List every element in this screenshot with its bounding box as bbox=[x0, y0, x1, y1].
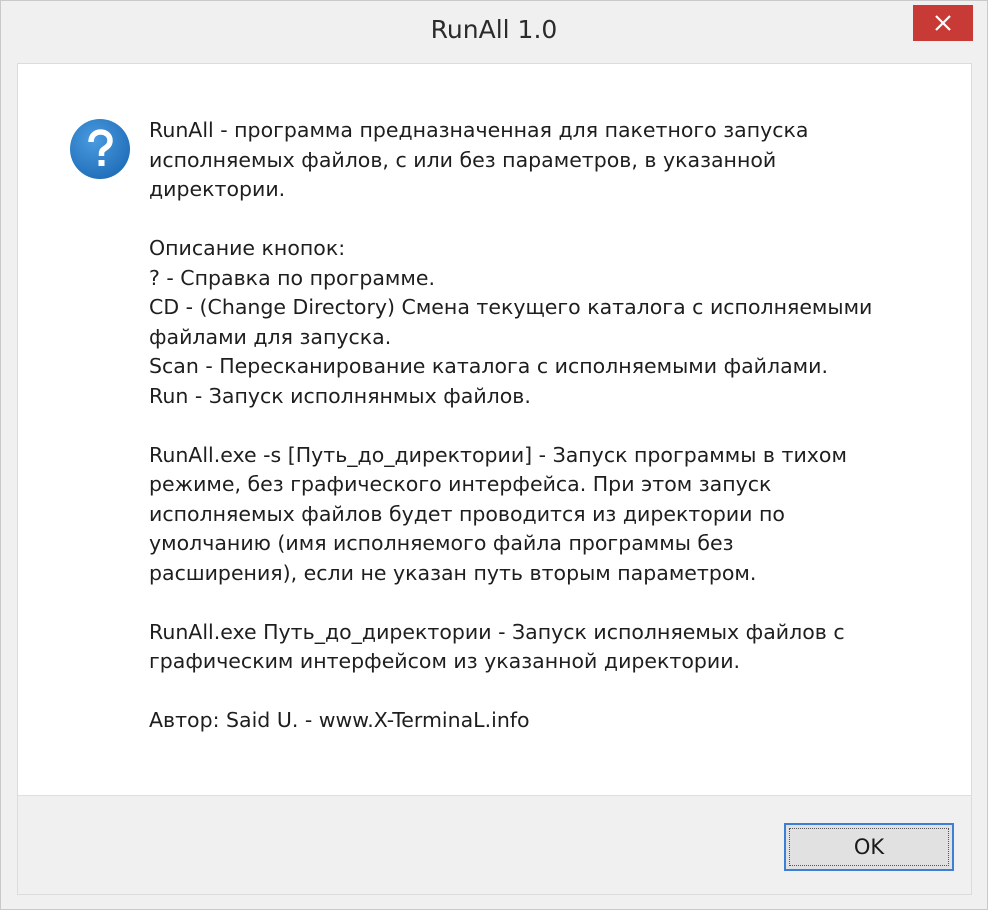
button-bar: OK bbox=[18, 795, 971, 894]
title-bar[interactable]: RunAll 1.0 bbox=[1, 1, 987, 63]
message-line: Scan - Пересканирование каталога с испол… bbox=[149, 354, 828, 378]
question-icon bbox=[69, 118, 131, 180]
window-title: RunAll 1.0 bbox=[430, 15, 558, 44]
message-line: режиме, без графического интерфейса. При… bbox=[149, 472, 772, 496]
message-line: исполняемых файлов будет проводится из д… bbox=[149, 501, 785, 526]
message-line: расширения), если не указан путь вторым … bbox=[149, 560, 757, 585]
message-line: умолчанию (имя исполняемого файла програ… bbox=[149, 531, 734, 555]
message-line: RunAll.exe -s [Путь_до_директории] - Зап… bbox=[149, 442, 847, 467]
message-line: исполняемых файлов, с или без параметров… bbox=[149, 147, 777, 172]
dialog-window: RunAll 1.0 RunAll - программа предназнач… bbox=[0, 0, 988, 910]
ok-button[interactable]: OK bbox=[784, 823, 954, 871]
message-line: графическим интерфейсом из указанной дир… bbox=[149, 649, 741, 673]
close-icon bbox=[934, 14, 952, 32]
message-line: файлами для запуска. bbox=[149, 324, 392, 349]
dialog-client-area: RunAll - программа предназначенная для п… bbox=[17, 63, 972, 895]
ok-button-label: OK bbox=[853, 835, 885, 859]
message-line: директории. bbox=[149, 177, 286, 201]
author-line: Автор: Said U. - www.X-TerminaL.info bbox=[149, 708, 530, 732]
message-area: RunAll - программа предназначенная для п… bbox=[18, 64, 971, 795]
message-line: RunAll - программа предназначенная для п… bbox=[149, 118, 809, 142]
message-line: ? - Справка по программе. bbox=[149, 265, 435, 290]
message-text: RunAll - программа предназначенная для п… bbox=[149, 116, 949, 736]
message-line: RunAll.exe Путь_до_директории - Запуск и… bbox=[149, 619, 845, 644]
close-button[interactable] bbox=[913, 5, 973, 41]
message-line: CD - (Change Directory) Смена текущего к… bbox=[149, 295, 873, 319]
message-line: Run - Запуск исполнянмых файлов. bbox=[149, 383, 531, 408]
message-line: Описание кнопок: bbox=[149, 236, 346, 260]
